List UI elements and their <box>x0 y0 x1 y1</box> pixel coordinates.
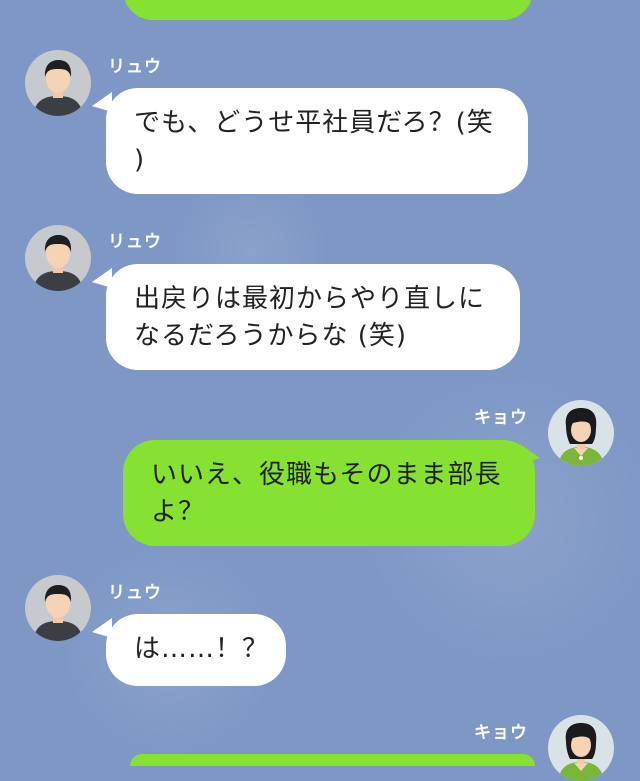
avatar-kyo[interactable] <box>548 715 614 781</box>
woman-avatar-icon <box>548 715 614 781</box>
woman-avatar-icon <box>548 400 614 466</box>
message-line: ) <box>134 145 146 175</box>
message-line: でも、どうせ平社員だろ？(笑 <box>134 108 494 138</box>
incoming-message-bubble: は……！？ <box>106 614 286 686</box>
message-line: は……！？ <box>134 634 270 664</box>
avatar-ryu[interactable] <box>25 50 91 116</box>
avatar-ryu[interactable] <box>25 225 91 291</box>
message-line: 出戻りは最初からやり直しに <box>134 284 486 314</box>
incoming-message-bubble: でも、どうせ平社員だろ？(笑 ) <box>106 88 528 194</box>
sender-name: キョウ <box>474 723 528 743</box>
avatar-kyo[interactable] <box>548 400 614 466</box>
sender-name: リュウ <box>108 232 162 252</box>
man-avatar-icon <box>25 225 91 291</box>
message-line: なるだろうからな (笑) <box>134 321 407 351</box>
sender-name: リュウ <box>108 57 162 77</box>
man-avatar-icon <box>25 50 91 116</box>
sender-name: キョウ <box>474 408 528 428</box>
message-line: いいえ、役職もそのまま部長 <box>151 460 502 490</box>
incoming-message-bubble: 出戻りは最初からやり直しに なるだろうからな (笑) <box>106 264 520 370</box>
avatar-ryu[interactable] <box>25 575 91 641</box>
outgoing-message-bubble-partial <box>130 754 535 766</box>
message-line: よ？ <box>151 497 206 527</box>
sender-name: リュウ <box>108 583 162 603</box>
outgoing-message-bubble: いいえ、役職もそのまま部長 よ？ <box>123 440 535 546</box>
man-avatar-icon <box>25 575 91 641</box>
outgoing-message-bubble-partial <box>123 0 533 20</box>
